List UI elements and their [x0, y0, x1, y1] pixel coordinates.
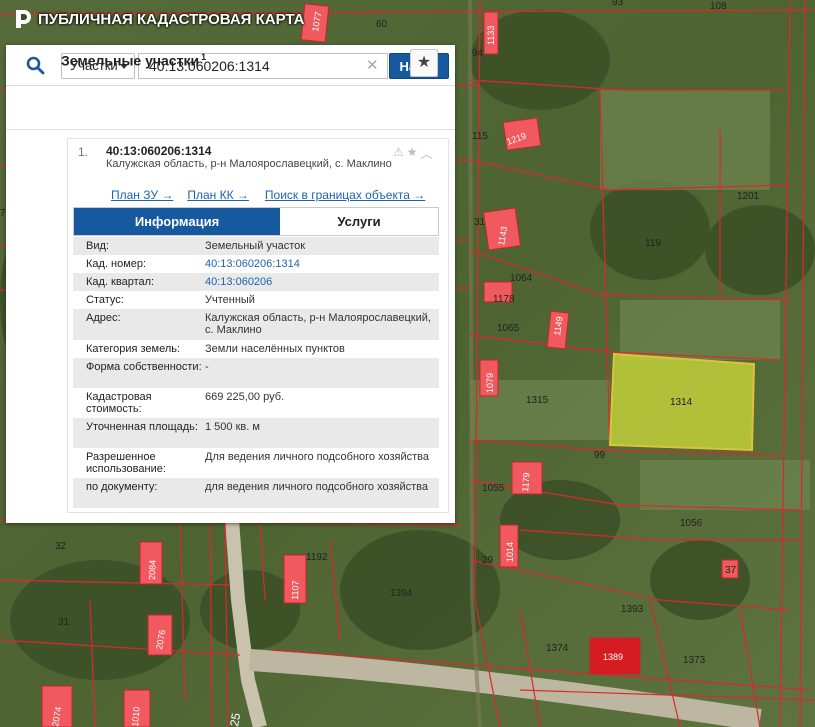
svg-text:1389: 1389 [603, 652, 623, 662]
svg-text:1056: 1056 [680, 518, 703, 529]
attr-value: 669 225,00 руб. [205, 391, 285, 403]
svg-text:1314: 1314 [670, 397, 693, 408]
star-icon: ★ [416, 54, 432, 71]
svg-text:1133: 1133 [486, 26, 496, 45]
svg-text:2084: 2084 [147, 560, 158, 580]
svg-text:94: 94 [472, 48, 484, 59]
svg-text:1179: 1179 [520, 472, 532, 492]
card-actions: ⚠ ★ ︿ [393, 145, 433, 162]
attr-key: Кад. номер: [86, 258, 147, 270]
attr-value: для ведения личного подсобного хозяйства [205, 481, 428, 493]
svg-text:115: 115 [472, 131, 488, 142]
attr-value-link[interactable]: 40:13:060206:1314 [205, 258, 435, 273]
attr-value: Учтенный [205, 294, 255, 306]
attr-row: Адрес: Калужская область, р-н Малоярослав… [73, 309, 439, 340]
attr-key: Форма собственности: [86, 361, 202, 373]
results-title: Земельные участки 1 [61, 52, 206, 69]
result-address: Калужская область, р-н Малоярославецкий,… [106, 158, 392, 170]
attr-key: Кад. квартал: [86, 276, 155, 288]
svg-text:1201: 1201 [737, 191, 760, 202]
result-cad-number[interactable]: 40:13:060206:1314 [106, 144, 211, 158]
svg-text:93: 93 [612, 0, 624, 8]
attributes-table: Вид: Земельный участок Кад. номер: 40:13:0… [73, 237, 439, 508]
svg-text:1178: 1178 [493, 294, 515, 305]
app-header: ПУБЛИЧНАЯ КАДАСТРОВАЯ КАРТА [14, 9, 304, 29]
link-plan-kk[interactable]: План КК → [187, 188, 249, 202]
svg-text:31: 31 [58, 617, 70, 628]
attr-key: Уточненная площадь: [86, 421, 198, 433]
svg-text:37: 37 [725, 565, 737, 576]
svg-text:1014: 1014 [505, 542, 515, 562]
svg-text:32: 32 [55, 541, 67, 552]
search-icon[interactable] [26, 56, 45, 75]
tab-information[interactable]: Информация [74, 208, 280, 235]
link-plan-zu[interactable]: План ЗУ → [111, 188, 173, 202]
svg-text:60: 60 [376, 19, 388, 30]
attr-key: Разрешенное использование: [86, 451, 166, 475]
attr-value: Для ведения личного подсобного хозяйства [205, 451, 429, 463]
attr-value: 1 500 кв. м [205, 421, 260, 433]
attr-row: Форма собственности: - [73, 358, 439, 388]
attr-row: Кад. номер: 40:13:060206:1314 [73, 255, 439, 273]
svg-text:1079: 1079 [485, 373, 495, 393]
svg-text:1394: 1394 [390, 588, 413, 599]
svg-text:1374: 1374 [546, 643, 569, 654]
svg-text:1192: 1192 [306, 552, 328, 563]
card-links: План ЗУ → План КК → Поиск в границах объ… [111, 188, 425, 202]
attr-key: Адрес: [86, 312, 121, 324]
attr-row: Уточненная площадь: 1 500 кв. м [73, 418, 439, 448]
attr-row: Категория земель: Земли населённых пункто… [73, 340, 439, 358]
tab-services[interactable]: Услуги [280, 208, 438, 235]
attr-value: Земельный участок [205, 240, 306, 252]
svg-text:119: 119 [645, 238, 661, 249]
link-search-in-bounds[interactable]: Поиск в границах объекта → [265, 188, 425, 202]
svg-text:99: 99 [594, 450, 606, 461]
attr-value-link[interactable]: 40:13:060206 [205, 276, 435, 291]
attr-key: по документу: [86, 481, 158, 493]
results-header [6, 85, 455, 130]
svg-text:31: 31 [474, 217, 486, 228]
result-index: 1. [78, 145, 89, 159]
attr-value: - [205, 361, 209, 373]
attr-row: Вид: Земельный участок [73, 237, 439, 255]
results-count: 1 [201, 52, 207, 62]
attr-row: Кадастровая стоимость: 669 225,00 руб. [73, 388, 439, 418]
attr-value: Земли населённых пунктов [205, 343, 345, 355]
attr-key: Кадастровая стоимость: [86, 391, 152, 415]
clear-icon[interactable]: ✕ [366, 58, 379, 74]
svg-text:1107: 1107 [290, 580, 301, 600]
attr-key: Статус: [86, 294, 124, 306]
favorite-star-button[interactable]: ★ [410, 49, 438, 77]
app-title: ПУБЛИЧНАЯ КАДАСТРОВАЯ КАРТА [38, 10, 305, 28]
svg-text:1393: 1393 [621, 604, 644, 615]
attr-value: Калужская область, р-н Малоярославецкий,… [205, 312, 431, 336]
cadastre-logo-icon [16, 10, 31, 28]
svg-text:108: 108 [710, 1, 727, 12]
star-outline-icon[interactable]: ★ [407, 145, 418, 162]
attr-row: Разрешенное использование: Для ведения ли… [73, 448, 439, 478]
results-title-text: Земельные участки [61, 52, 200, 69]
attr-row: Статус: Учтенный [73, 291, 439, 309]
attr-key: Вид: [86, 240, 109, 252]
chevron-up-icon[interactable]: ︿ [421, 145, 433, 162]
svg-text:1315: 1315 [526, 395, 549, 406]
attr-key: Категория земель: [86, 343, 181, 355]
warning-icon[interactable]: ⚠ [393, 145, 404, 162]
attr-row: по документу: для ведения личного подсобн… [73, 478, 439, 508]
svg-text:1065: 1065 [497, 323, 520, 334]
svg-text:1010: 1010 [130, 706, 142, 727]
attr-row: Кад. квартал: 40:13:060206 [73, 273, 439, 291]
svg-text:1064: 1064 [510, 273, 533, 284]
info-tabs: Информация Услуги [73, 207, 439, 236]
svg-text:1055: 1055 [482, 483, 505, 494]
svg-text:29: 29 [482, 555, 494, 566]
svg-text:1373: 1373 [683, 655, 706, 666]
